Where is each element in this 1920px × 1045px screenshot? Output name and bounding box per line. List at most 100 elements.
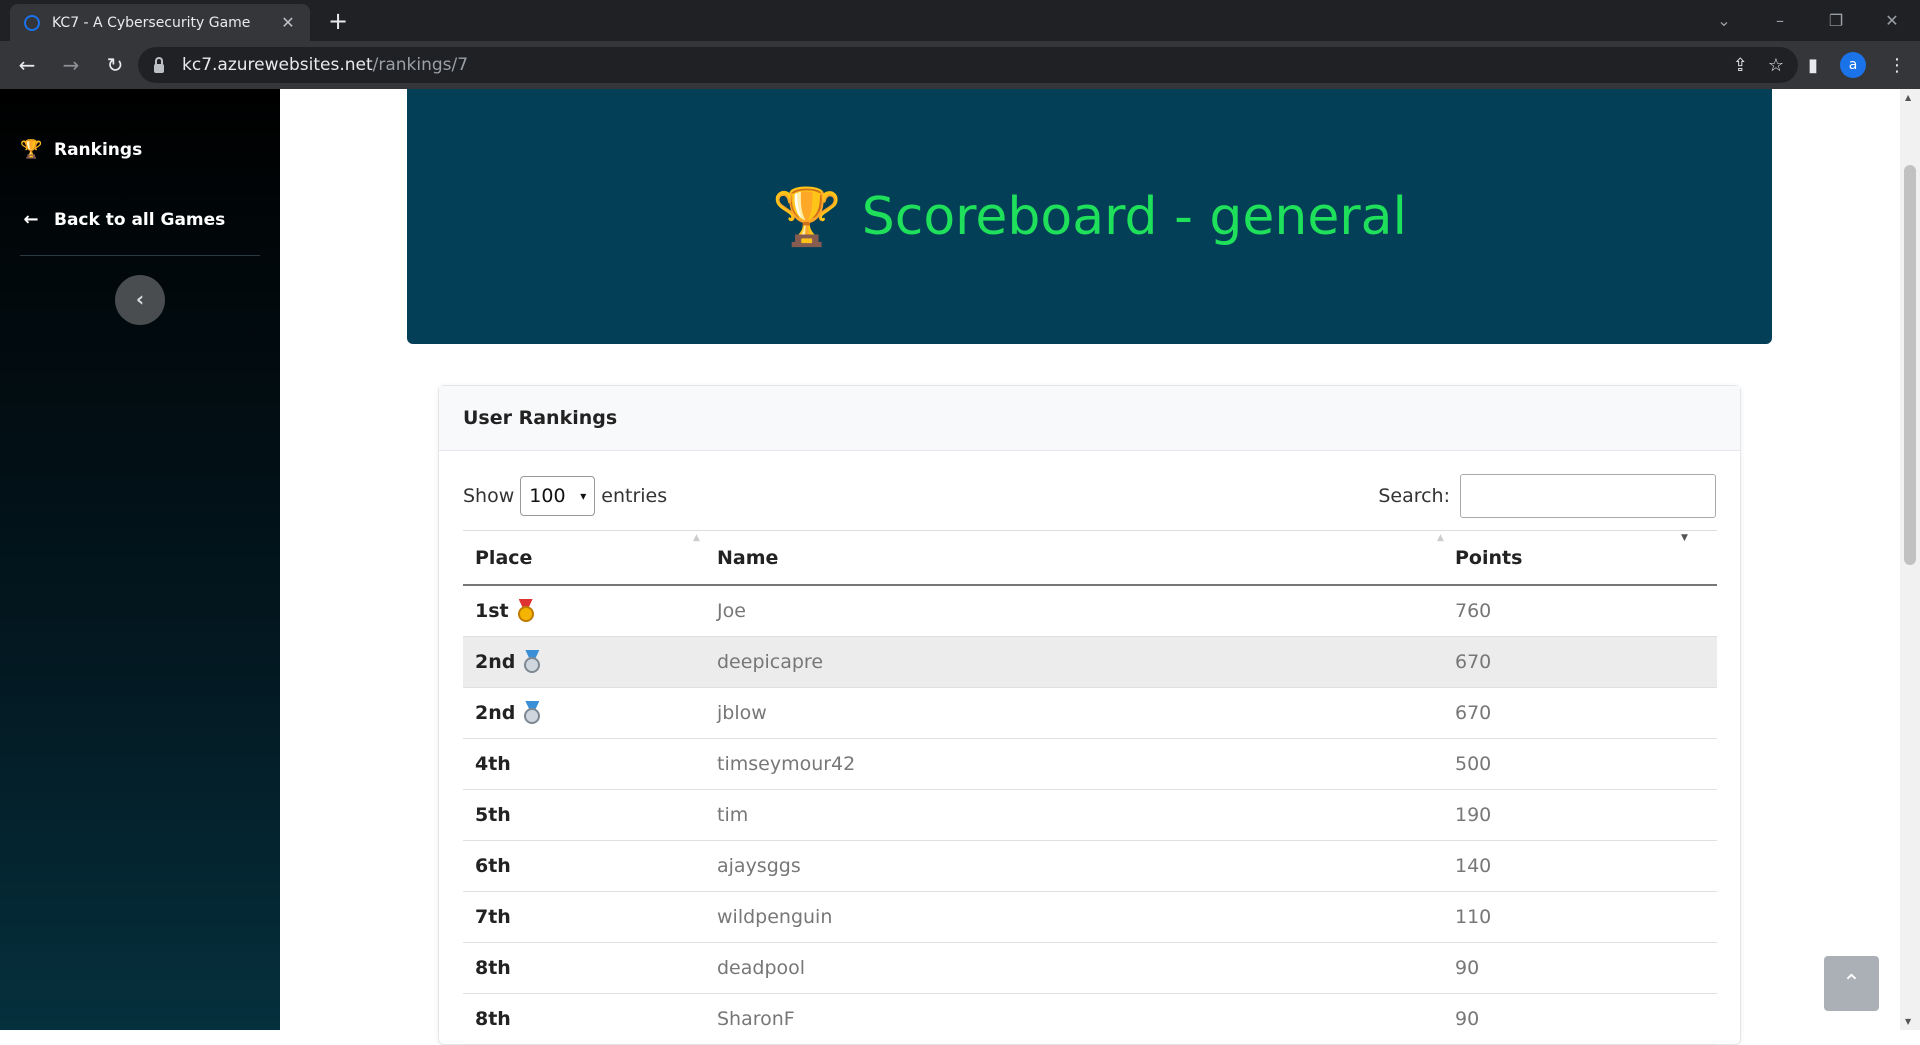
place-cell: 4th: [463, 753, 717, 775]
restore-icon[interactable]: ❐: [1808, 11, 1864, 30]
name-cell: deepicapre: [717, 651, 824, 673]
place-text: 8th: [475, 1008, 511, 1030]
name-cell: Joe: [717, 600, 746, 622]
points-cell: 500: [1455, 753, 1492, 775]
place-text: 2nd: [475, 651, 516, 673]
sort-icon: ▲: [693, 532, 700, 543]
gold-medal-icon: [515, 599, 537, 623]
sidebar-item-rankings[interactable]: 🏆 Rankings: [20, 139, 142, 160]
table-row: 8th deadpool 90: [463, 943, 1717, 994]
column-header-label: Place: [475, 546, 533, 569]
entries-select-value: 100: [529, 485, 566, 507]
name-cell: jblow: [717, 702, 767, 724]
menu-kebab-icon[interactable]: ⋮: [1888, 55, 1906, 76]
close-tab-icon[interactable]: ✕: [278, 13, 298, 32]
trophy-icon: 🏆: [772, 184, 842, 250]
table-row: 1st Joe 760: [463, 586, 1717, 637]
points-cell: 90: [1455, 957, 1480, 979]
scoreboard-banner: 🏆 Scoreboard - general: [407, 89, 1772, 344]
name-cell: tim: [717, 804, 749, 826]
scroll-to-top-button[interactable]: ⌃: [1824, 956, 1879, 1011]
name-cell: SharonF: [717, 1008, 795, 1030]
sidebar-item-label: Back to all Games: [54, 209, 226, 230]
name-cell: ajaysggs: [717, 855, 801, 877]
entries-select[interactable]: 100 ▾: [520, 476, 596, 516]
place-cell: 6th: [463, 855, 717, 877]
sidebar-item-back-to-games[interactable]: ← Back to all Games: [20, 209, 225, 230]
lock-icon[interactable]: [154, 56, 164, 73]
silver-medal-icon: [521, 701, 543, 725]
place-cell: 8th: [463, 1008, 717, 1030]
chevron-up-icon: ⌃: [1842, 971, 1861, 996]
place-text: 2nd: [475, 702, 516, 724]
silver-medal-icon: [521, 650, 543, 674]
share-icon[interactable]: ⇪: [1733, 55, 1748, 76]
place-text: 1st: [475, 600, 509, 622]
sort-icon: ▲: [1437, 532, 1444, 543]
card-title: User Rankings: [439, 386, 1740, 451]
place-cell: 2nd: [463, 650, 717, 674]
forward-icon[interactable]: →: [54, 48, 88, 82]
place-text: 6th: [475, 855, 511, 877]
table-body: 1st Joe 760 2nd deepicapre 670 2nd jblow 670 4th t…: [463, 586, 1717, 1045]
sidebar-divider: [20, 255, 260, 256]
rankings-table: Place ▲ Name ▲ Points ▼ 1st Joe 760 2nd deep…: [463, 530, 1717, 1045]
url-path: /rankings/7: [372, 55, 469, 75]
show-label: Show: [463, 485, 515, 507]
scrollbar-thumb[interactable]: [1904, 165, 1916, 565]
points-cell: 190: [1455, 804, 1492, 826]
sidebar: 🏆 Rankings ← Back to all Games ‹: [0, 89, 280, 1030]
profile-avatar[interactable]: a: [1840, 52, 1866, 78]
browser-tab[interactable]: KC7 - A Cybersecurity Game ✕: [10, 4, 310, 41]
collapse-sidebar-button[interactable]: ‹: [115, 275, 165, 325]
points-cell: 760: [1455, 600, 1492, 622]
place-cell: 8th: [463, 957, 717, 979]
page-title: Scoreboard - general: [861, 186, 1407, 247]
search-input[interactable]: [1460, 474, 1716, 518]
tab-search-icon[interactable]: ⌄: [1696, 11, 1752, 30]
arrow-left-icon: ←: [23, 209, 39, 230]
browser-tab-bar: KC7 - A Cybersecurity Game ✕ + ⌄ – ❐ ✕: [0, 0, 1920, 41]
address-bar[interactable]: kc7.azurewebsites.net/rankings/7 ⇪ ☆: [138, 47, 1798, 83]
reload-icon[interactable]: ↻: [98, 48, 132, 82]
place-cell: 1st: [463, 599, 717, 623]
points-cell: 670: [1455, 651, 1492, 673]
minimize-icon[interactable]: –: [1752, 11, 1808, 30]
place-cell: 7th: [463, 906, 717, 928]
scroll-up-icon[interactable]: ▲: [1905, 93, 1911, 102]
side-panel-icon[interactable]: ▮: [1808, 55, 1818, 76]
favicon-icon: [24, 14, 40, 31]
chevron-down-icon: ▾: [580, 489, 587, 503]
place-cell: 2nd: [463, 701, 717, 725]
table-row: 5th tim 190: [463, 790, 1717, 841]
place-text: 4th: [475, 753, 511, 775]
bookmark-star-icon[interactable]: ☆: [1768, 55, 1784, 76]
place-text: 7th: [475, 906, 511, 928]
search-label: Search:: [1378, 485, 1450, 507]
column-header-name[interactable]: Name ▲: [717, 533, 1455, 569]
column-header-points[interactable]: Points ▼: [1455, 533, 1717, 569]
sidebar-item-label: Rankings: [54, 139, 143, 160]
place-cell: 5th: [463, 804, 717, 826]
page-scrollbar[interactable]: ▲ ▼: [1900, 89, 1920, 1030]
window-controls: ⌄ – ❐ ✕: [1696, 0, 1920, 41]
table-row: 7th wildpenguin 110: [463, 892, 1717, 943]
browser-toolbar: ← → ↻ kc7.azurewebsites.net/rankings/7 ⇪…: [0, 41, 1920, 89]
column-header-place[interactable]: Place ▲: [463, 533, 717, 569]
table-row: 4th timseymour42 500: [463, 739, 1717, 790]
points-cell: 670: [1455, 702, 1492, 724]
place-text: 5th: [475, 804, 511, 826]
back-icon[interactable]: ←: [10, 48, 44, 82]
trophy-icon: 🏆: [20, 139, 43, 160]
name-cell: wildpenguin: [717, 906, 833, 928]
new-tab-icon[interactable]: +: [324, 8, 352, 36]
scroll-down-icon[interactable]: ▼: [1905, 1017, 1911, 1026]
table-row: 2nd jblow 670: [463, 688, 1717, 739]
table-row: 2nd deepicapre 670: [463, 637, 1717, 688]
place-text: 8th: [475, 957, 511, 979]
table-row: 8th SharonF 90: [463, 994, 1717, 1045]
column-header-label: Name: [717, 546, 779, 569]
close-window-icon[interactable]: ✕: [1864, 11, 1920, 30]
table-header: Place ▲ Name ▲ Points ▼: [463, 530, 1717, 586]
tab-title: KC7 - A Cybersecurity Game: [52, 14, 251, 31]
